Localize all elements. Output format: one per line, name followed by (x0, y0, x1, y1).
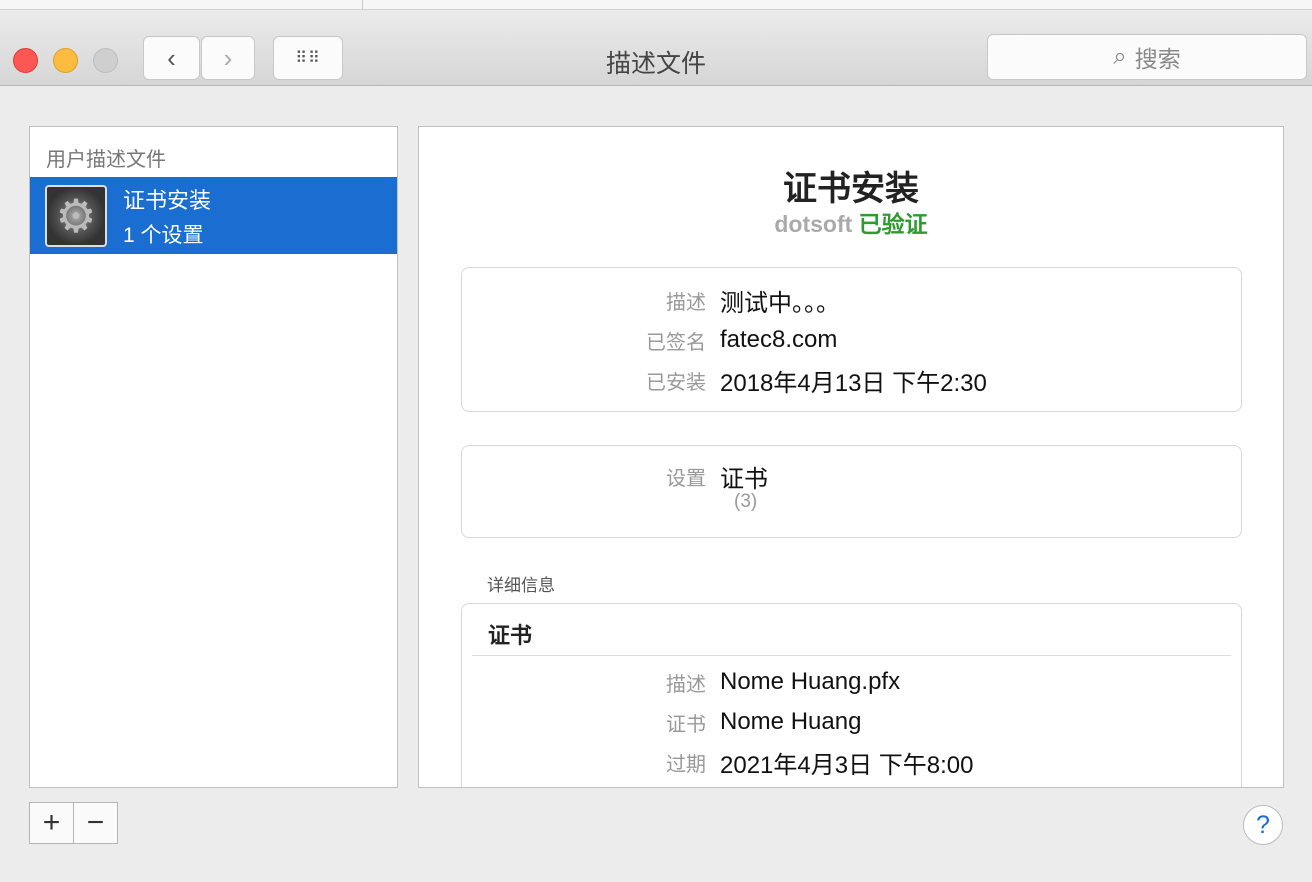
profile-signer: dotsoft 已验证 (419, 205, 1283, 239)
info-row: 已安装 2018年4月13日 下午2:30 (462, 360, 1241, 400)
info-value: fatec8.com (720, 326, 838, 353)
cert-row: 证书 Nome Huang (462, 702, 1241, 742)
search-placeholder: 搜索 (1134, 46, 1181, 72)
cert-row: 描述 Nome Huang.pfx (462, 662, 1241, 702)
settings-box: 设置 证书 (3) (461, 445, 1242, 538)
search-field[interactable]: ⌕ 搜索 (987, 34, 1307, 80)
profiles-sidebar: 用户描述文件 ⚙ 证书安装 1 个设置 (29, 126, 398, 788)
details-header: 详细信息 (487, 576, 555, 595)
sidebar-header: 用户描述文件 (46, 149, 166, 171)
add-remove-control: + − (29, 802, 118, 844)
info-label: 描述 (666, 291, 706, 314)
cert-label: 过期 (666, 753, 706, 776)
certificate-box: 证书 描述 Nome Huang.pfx 证书 Nome Huang 过期 2021年… (461, 603, 1242, 787)
profile-item[interactable]: ⚙ 证书安装 1 个设置 (30, 177, 397, 254)
info-label: 已安装 (646, 371, 706, 394)
info-box: 描述 测试中。。。 已签名 fatec8.com 已安装 2018年4月13日 下午2… (461, 267, 1242, 412)
verified-badge: 已验证 (858, 211, 928, 237)
info-row: 已签名 fatec8.com (462, 320, 1241, 360)
profile-name: 证书安装 (123, 187, 212, 213)
toolbar: ‹ › ⠿⠿ 描述文件 ⌕ 搜索 (0, 10, 1312, 86)
settings-value: 证书 (720, 465, 768, 493)
gear-icon: ⚙ (45, 184, 107, 247)
cert-label: 证书 (666, 713, 706, 736)
profile-subtitle: 1 个设置 (123, 223, 204, 247)
cert-label: 描述 (666, 673, 706, 696)
top-strip (0, 0, 1312, 10)
profile-title: 证书安装 (783, 170, 919, 208)
info-value: 2018年4月13日 下午2:30 (720, 369, 987, 397)
info-row: 描述 测试中。。。 (462, 280, 1241, 320)
profile-detail: 证书安装 dotsoft 已验证 描述 测试中。。。 已签名 fatec8.com … (418, 126, 1284, 788)
info-value: 测试中。。。 (720, 289, 840, 317)
settings-count: (3) (734, 491, 758, 512)
settings-label: 设置 (666, 467, 706, 490)
help-button[interactable]: ? (1243, 805, 1283, 845)
cert-row: 过期 2021年4月3日 下午8:00 (462, 742, 1241, 782)
certificate-title: 证书 (472, 604, 1231, 656)
search-icon: ⌕ (1113, 43, 1127, 70)
org-name: dotsoft (774, 211, 853, 237)
cert-value: 2021年4月3日 下午8:00 (720, 751, 974, 779)
settings-row: 设置 证书 (462, 461, 1241, 493)
cert-value: Nome Huang.pfx (720, 668, 901, 695)
info-label: 已签名 (646, 331, 706, 354)
remove-button[interactable]: − (73, 803, 117, 843)
cert-value: Nome Huang (720, 708, 862, 735)
add-button[interactable]: + (30, 803, 73, 843)
